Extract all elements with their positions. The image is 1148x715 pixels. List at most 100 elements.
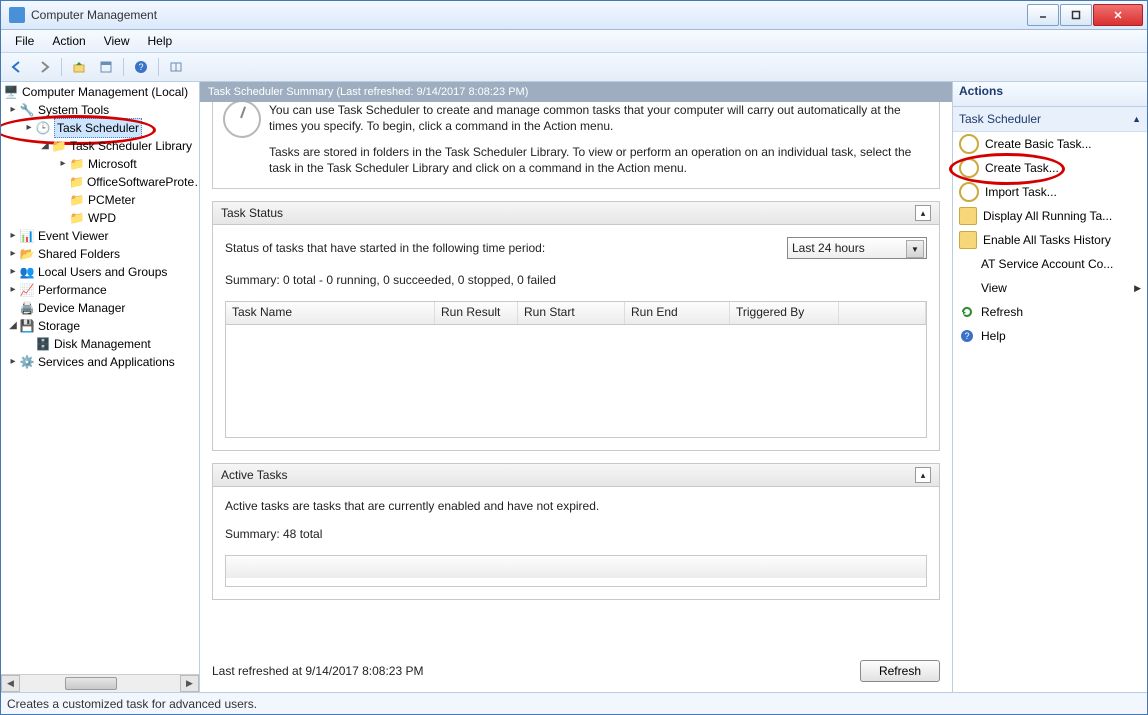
tree-microsoft[interactable]: ▸📁Microsoft	[3, 155, 199, 173]
tree-local-users[interactable]: ▸👥Local Users and Groups	[3, 263, 199, 281]
active-tasks-header[interactable]: Active Tasks ▴	[213, 464, 939, 487]
tree-event-viewer[interactable]: ▸📊Event Viewer	[3, 227, 199, 245]
tree-storage[interactable]: ◢💾Storage	[3, 317, 199, 335]
tree-shared-folders[interactable]: ▸📂Shared Folders	[3, 245, 199, 263]
tree-services-apps[interactable]: ▸⚙️Services and Applications	[3, 353, 199, 371]
toolbar-separator	[61, 58, 62, 76]
expand-icon[interactable]: ▸	[7, 101, 19, 119]
blank-icon	[959, 256, 975, 272]
collapse-icon[interactable]: ▲	[1132, 114, 1141, 124]
minimize-button[interactable]	[1027, 4, 1059, 26]
tree-disk-management[interactable]: 🗄️Disk Management	[3, 335, 199, 353]
col-triggered-by[interactable]: Triggered By	[730, 302, 839, 324]
event-icon: 📊	[19, 228, 35, 244]
scroll-track[interactable]	[20, 676, 180, 691]
expand-icon[interactable]: ▸	[7, 281, 19, 299]
tree-view[interactable]: 🖥️Computer Management (Local) ▸🔧System T…	[1, 82, 199, 674]
overview-text-1: You can use Task Scheduler to create and…	[269, 102, 927, 134]
help-button[interactable]: ?	[129, 55, 153, 79]
nav-forward-button[interactable]	[32, 55, 56, 79]
maximize-button[interactable]	[1060, 4, 1092, 26]
action-refresh[interactable]: Refresh	[953, 300, 1147, 324]
last-refreshed-label: Last refreshed at 9/14/2017 8:08:23 PM	[212, 664, 850, 678]
up-button[interactable]	[67, 55, 91, 79]
collapse-icon[interactable]: ◢	[39, 137, 51, 155]
action-help[interactable]: ?Help	[953, 324, 1147, 348]
close-button[interactable]	[1093, 4, 1143, 26]
folder-icon: 📁	[69, 156, 85, 172]
window-buttons	[1027, 4, 1143, 26]
col-run-end[interactable]: Run End	[625, 302, 730, 324]
tree-device-manager[interactable]: 🖨️Device Manager	[3, 299, 199, 317]
scroll-thumb[interactable]	[65, 677, 117, 690]
nav-back-button[interactable]	[5, 55, 29, 79]
properties-button[interactable]	[94, 55, 118, 79]
computer-icon: 🖥️	[3, 84, 19, 100]
storage-icon: 💾	[19, 318, 35, 334]
tree-system-tools[interactable]: ▸🔧System Tools	[3, 101, 199, 119]
action-enable-history[interactable]: Enable All Tasks History	[953, 228, 1147, 252]
expand-icon[interactable]: ▸	[7, 263, 19, 281]
folder-icon: 📁	[69, 192, 85, 208]
statusbar-text: Creates a customized task for advanced u…	[7, 697, 257, 711]
tree-office[interactable]: 📁OfficeSoftwareProte…	[3, 173, 199, 191]
task-status-header[interactable]: Task Status ▴	[213, 202, 939, 225]
period-combobox[interactable]: Last 24 hours ▼	[787, 237, 927, 259]
menu-action[interactable]: Action	[44, 32, 93, 50]
col-task-name[interactable]: Task Name	[226, 302, 435, 324]
summary-header: Task Scheduler Summary (Last refreshed: …	[200, 82, 952, 102]
actions-group-header[interactable]: Task Scheduler▲	[953, 107, 1147, 132]
menu-file[interactable]: File	[7, 32, 42, 50]
navigation-pane: 🖥️Computer Management (Local) ▸🔧System T…	[1, 82, 200, 692]
scroll-left-button[interactable]: ◀	[1, 675, 20, 692]
action-import-task[interactable]: Import Task...	[953, 180, 1147, 204]
col-run-start[interactable]: Run Start	[518, 302, 625, 324]
clock-icon	[959, 134, 979, 154]
tree-wpd[interactable]: 📁WPD	[3, 209, 199, 227]
refresh-button[interactable]: Refresh	[860, 660, 940, 682]
active-tasks-table[interactable]	[225, 555, 927, 587]
action-display-running[interactable]: Display All Running Ta...	[953, 204, 1147, 228]
extra-button[interactable]	[164, 55, 188, 79]
disk-icon: 🗄️	[35, 336, 51, 352]
svg-text:?: ?	[138, 62, 143, 72]
library-icon: 📁	[51, 138, 67, 154]
main-scroll[interactable]: You can use Task Scheduler to create and…	[200, 102, 952, 650]
expand-icon[interactable]: ▸	[7, 245, 19, 263]
svg-text:?: ?	[964, 331, 969, 341]
active-tasks-desc: Active tasks are tasks that are currentl…	[225, 499, 927, 513]
tree-task-scheduler[interactable]: ▸🕒Task Scheduler	[3, 119, 199, 137]
col-run-result[interactable]: Run Result	[435, 302, 518, 324]
tree-pcmeter[interactable]: 📁PCMeter	[3, 191, 199, 209]
collapse-icon[interactable]: ◢	[7, 317, 19, 335]
main-pane: Task Scheduler Summary (Last refreshed: …	[200, 82, 953, 692]
expand-icon[interactable]: ▸	[57, 155, 69, 173]
expand-icon[interactable]: ▸	[7, 227, 19, 245]
menu-help[interactable]: Help	[140, 32, 181, 50]
folder-icon	[959, 231, 977, 249]
status-table-body[interactable]	[225, 325, 927, 438]
active-tasks-summary: Summary: 48 total	[225, 527, 927, 541]
chevron-right-icon: ▶	[1134, 283, 1141, 294]
tree-root[interactable]: 🖥️Computer Management (Local)	[3, 83, 199, 101]
help-icon: ?	[959, 328, 975, 344]
action-create-task[interactable]: Create Task...	[953, 156, 1147, 180]
collapse-icon[interactable]: ▴	[915, 467, 931, 483]
action-at-service[interactable]: AT Service Account Co...	[953, 252, 1147, 276]
scroll-right-button[interactable]: ▶	[180, 675, 199, 692]
toolbar-separator	[158, 58, 159, 76]
tree-performance[interactable]: ▸📈Performance	[3, 281, 199, 299]
action-view[interactable]: View▶	[953, 276, 1147, 300]
menubar: File Action View Help	[1, 30, 1147, 53]
content-area: 🖥️Computer Management (Local) ▸🔧System T…	[1, 82, 1147, 692]
chevron-down-icon[interactable]: ▼	[906, 240, 924, 258]
action-create-basic-task[interactable]: Create Basic Task...	[953, 132, 1147, 156]
tree-hscrollbar[interactable]: ◀ ▶	[1, 674, 199, 692]
menu-view[interactable]: View	[96, 32, 138, 50]
tree-ts-library[interactable]: ◢📁Task Scheduler Library	[3, 137, 199, 155]
expand-icon[interactable]: ▸	[7, 353, 19, 371]
expand-icon[interactable]: ▸	[23, 119, 35, 137]
overview-text-2: Tasks are stored in folders in the Task …	[269, 144, 927, 176]
overview-panel: You can use Task Scheduler to create and…	[212, 102, 940, 189]
collapse-icon[interactable]: ▴	[915, 205, 931, 221]
